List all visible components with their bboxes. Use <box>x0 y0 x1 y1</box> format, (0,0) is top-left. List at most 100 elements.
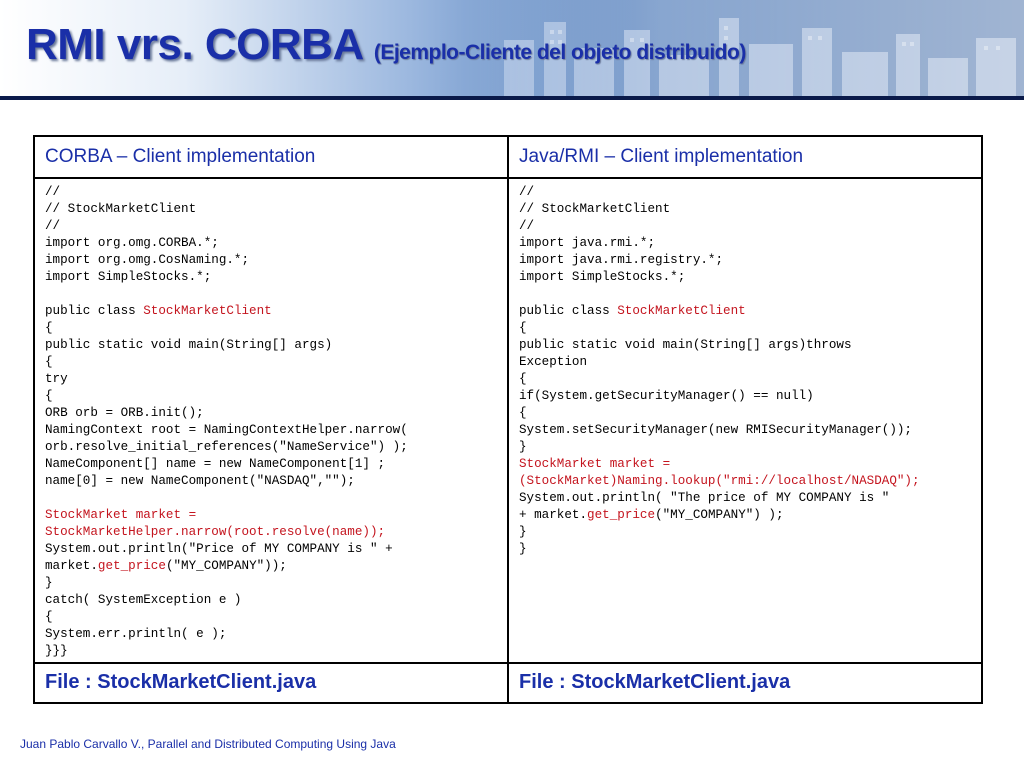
code-line: } <box>519 524 971 541</box>
code-line: { <box>519 320 971 337</box>
code-text: import java.rmi.*; <box>519 236 656 250</box>
code-text: public class <box>519 304 618 318</box>
code-text: ("MY_COMPANY")); <box>165 559 287 573</box>
code-text: import java.rmi.registry.*; <box>519 253 724 267</box>
code-line: (StockMarket)Naming.lookup("rmi://localh… <box>519 473 971 490</box>
corba-code-block: // // StockMarketClient // import org.omg.C… <box>33 177 509 664</box>
code-line: System.setSecurityManager(new RMISecurit… <box>519 422 971 439</box>
code-line: // StockMarketClient <box>519 201 971 218</box>
table-header-row: CORBA – Client implementation Java/RMI –… <box>33 135 983 179</box>
code-line: { <box>45 320 497 337</box>
code-highlight: get_price <box>97 559 166 573</box>
code-text: + market. <box>519 508 588 522</box>
code-text: public static void main(String[] args) <box>45 338 333 352</box>
code-text: import SimpleStocks.*; <box>45 270 212 284</box>
comparison-table: CORBA – Client implementation Java/RMI –… <box>33 135 983 704</box>
corba-file-label: File : StockMarketClient.java <box>33 662 509 704</box>
code-text: NameComponent[] name = new NameComponent… <box>45 457 386 471</box>
code-line: ORB orb = ORB.init(); <box>45 405 497 422</box>
code-text: Exception <box>519 355 588 369</box>
code-line: NameComponent[] name = new NameComponent… <box>45 456 497 473</box>
title-rule <box>0 96 1024 100</box>
code-text: } <box>45 576 53 590</box>
code-line: import org.omg.CosNaming.*; <box>45 252 497 269</box>
code-text: ("MY_COMPANY") ); <box>655 508 784 522</box>
code-highlight: StockMarket market = <box>45 508 197 522</box>
code-line: public static void main(String[] args)th… <box>519 337 971 354</box>
code-text: { <box>45 389 53 403</box>
code-line: import java.rmi.registry.*; <box>519 252 971 269</box>
code-text: market. <box>45 559 98 573</box>
code-line: market.get_price("MY_COMPANY")); <box>45 558 497 575</box>
code-line: public class StockMarketClient <box>519 303 971 320</box>
code-text: // <box>45 219 61 233</box>
code-line: { <box>519 371 971 388</box>
code-text: { <box>519 406 527 420</box>
code-line: + market.get_price("MY_COMPANY") ); <box>519 507 971 524</box>
code-text: // <box>519 185 535 199</box>
code-line: import java.rmi.*; <box>519 235 971 252</box>
code-line: StockMarketHelper.narrow(root.resolve(na… <box>45 524 497 541</box>
code-text: { <box>45 321 53 335</box>
code-text: // <box>519 219 535 233</box>
code-text: } <box>519 525 527 539</box>
rmi-file-label: File : StockMarketClient.java <box>507 662 983 704</box>
slide-title: RMI vrs. CORBA (Ejemplo-Cliente del obje… <box>26 20 746 70</box>
code-line: { <box>45 609 497 626</box>
code-highlight: StockMarketHelper.narrow(root.resolve(na… <box>45 525 386 539</box>
code-text: import SimpleStocks.*; <box>519 270 686 284</box>
code-line: } <box>519 439 971 456</box>
code-text: import org.omg.CORBA.*; <box>45 236 219 250</box>
code-line: { <box>45 354 497 371</box>
code-highlight: get_price <box>587 508 656 522</box>
code-line: try <box>45 371 497 388</box>
code-text: System.setSecurityManager(new RMISecurit… <box>519 423 912 437</box>
code-text: { <box>519 372 527 386</box>
code-text: { <box>45 610 53 624</box>
code-line: Exception <box>519 354 971 371</box>
code-text: } <box>519 542 527 556</box>
code-line: System.out.println( "The price of MY COM… <box>519 490 971 507</box>
code-text: System.out.println( "The price of MY COM… <box>519 491 890 505</box>
slide-subtitle: (Ejemplo-Cliente del objeto distribuido) <box>373 41 747 64</box>
rmi-code-block: // // StockMarketClient // import java.rmi.… <box>507 177 983 664</box>
code-highlight: StockMarketClient <box>617 304 746 318</box>
code-text: catch( SystemException e ) <box>45 593 242 607</box>
code-line: name[0] = new NameComponent("NASDAQ","")… <box>45 473 497 490</box>
code-text: // <box>45 185 61 199</box>
code-line: orb.resolve_initial_references("NameServ… <box>45 439 497 456</box>
code-line: } <box>519 541 971 558</box>
code-text: import org.omg.CosNaming.*; <box>45 253 250 267</box>
code-line: // <box>519 184 971 201</box>
code-line: }}} <box>45 643 497 660</box>
code-line: { <box>45 388 497 405</box>
code-line: import SimpleStocks.*; <box>519 269 971 286</box>
code-text: try <box>45 372 68 386</box>
code-highlight: StockMarket market = <box>519 457 671 471</box>
code-line: public static void main(String[] args) <box>45 337 497 354</box>
code-text: System.err.println( e ); <box>45 627 227 641</box>
code-line: // <box>45 218 497 235</box>
code-text: NamingContext root = NamingContextHelper… <box>45 423 408 437</box>
code-line: { <box>519 405 971 422</box>
slide-footer: Juan Pablo Carvallo V., Parallel and Dis… <box>20 737 396 751</box>
corba-header: CORBA – Client implementation <box>33 135 509 179</box>
code-line: // <box>519 218 971 235</box>
code-line: NamingContext root = NamingContextHelper… <box>45 422 497 439</box>
code-text: // StockMarketClient <box>45 202 197 216</box>
code-text: } <box>519 440 527 454</box>
code-text: // StockMarketClient <box>519 202 671 216</box>
code-text: if(System.getSecurityManager() == null) <box>519 389 814 403</box>
code-line: System.out.println("Price of MY COMPANY … <box>45 541 497 558</box>
code-highlight: (StockMarket)Naming.lookup("rmi://localh… <box>519 474 920 488</box>
code-line: if(System.getSecurityManager() == null) <box>519 388 971 405</box>
table-footer-row: File : StockMarketClient.java File : Sto… <box>33 662 983 704</box>
table-code-row: // // StockMarketClient // import org.omg.C… <box>33 177 983 664</box>
code-line: StockMarket market = <box>45 507 497 524</box>
rmi-header: Java/RMI – Client implementation <box>507 135 983 179</box>
title-banner: RMI vrs. CORBA (Ejemplo-Cliente del obje… <box>0 0 1024 96</box>
slide-title-text: RMI vrs. CORBA <box>26 20 363 69</box>
code-text: orb.resolve_initial_references("NameServ… <box>45 440 408 454</box>
